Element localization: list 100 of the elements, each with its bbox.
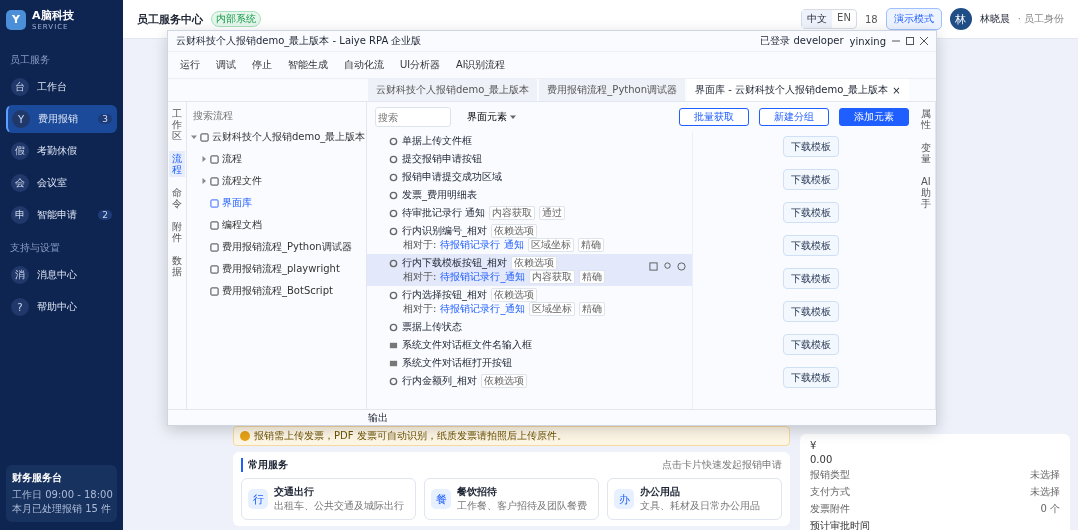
side-tab[interactable]: 流程 bbox=[169, 151, 185, 177]
caret-right-icon[interactable] bbox=[201, 156, 207, 162]
card-text: 工作日 09:00 - 18:00 bbox=[12, 488, 111, 502]
element-row[interactable]: 票据上传状态 bbox=[367, 318, 692, 336]
preview-button[interactable]: 下载模板 bbox=[783, 235, 839, 256]
side-tab[interactable]: 附件 bbox=[169, 219, 185, 245]
toolbar-button[interactable]: 智能生成 bbox=[286, 56, 330, 74]
element-row[interactable]: 发票_费用明细表 bbox=[367, 186, 692, 204]
tag: 依赖选项 bbox=[511, 256, 557, 270]
tree-item[interactable]: 费用报销流程_BotScript bbox=[201, 282, 362, 300]
element-row[interactable]: 行内下载模板按钮_相对 依赖选项 相对于: 待报销记录行_通知 内容获取 精确 bbox=[367, 254, 692, 286]
element-row[interactable]: 待审批记录行 通知 内容获取 通过 bbox=[367, 204, 692, 222]
preview-button[interactable]: 下载模板 bbox=[783, 202, 839, 223]
action-button[interactable]: 添加元素 bbox=[839, 108, 909, 126]
tag: 区域坐标 bbox=[529, 302, 576, 316]
tree-item[interactable]: 费用报销流程_Python调试器 bbox=[201, 238, 362, 256]
element-row[interactable]: 单据上传文件框 bbox=[367, 132, 692, 150]
minimize-icon[interactable] bbox=[892, 37, 900, 45]
service-card[interactable]: 餐 餐饮招待 工作餐、客户招待及团队餐费 bbox=[424, 478, 599, 520]
tree-item[interactable]: 编程文档 bbox=[201, 216, 362, 234]
relative-target-link[interactable]: 待报销记录行_通知 bbox=[440, 302, 526, 316]
menu-item-label: 考勤休假 bbox=[37, 144, 78, 158]
language-option[interactable]: 中文 bbox=[802, 10, 833, 28]
sidebar-item[interactable]: Y 费用报销 3 bbox=[6, 105, 117, 133]
preview-button[interactable]: 下载模板 bbox=[783, 136, 839, 157]
toolbar-button[interactable]: UI分析器 bbox=[398, 56, 442, 74]
tree-item[interactable]: 流程 bbox=[201, 150, 362, 168]
demo-mode-button[interactable]: 演示模式 bbox=[885, 8, 942, 30]
service-card[interactable]: 行 交通出行 出租车、公共交通及城际出行 bbox=[241, 478, 416, 520]
count-badge: 3 bbox=[98, 114, 112, 124]
close-icon[interactable] bbox=[920, 37, 928, 45]
service-title: 办公用品 bbox=[640, 485, 681, 499]
close-tab-icon[interactable]: × bbox=[892, 84, 901, 96]
search-field[interactable]: 搜索 bbox=[375, 107, 451, 127]
editor-tab[interactable]: 云财科技个人报销demo_最上版本 bbox=[368, 79, 538, 101]
relative-target-link[interactable]: 待报销记录行 通知 bbox=[440, 238, 524, 252]
side-tab[interactable]: 属性 bbox=[918, 106, 934, 132]
edit-icon[interactable] bbox=[649, 262, 658, 271]
tree-item[interactable]: 界面库 bbox=[201, 194, 362, 212]
preview-button[interactable]: 下载模板 bbox=[783, 334, 839, 355]
sidebar-item[interactable]: 假 考勤休假 bbox=[6, 137, 117, 165]
toolbar-button[interactable]: 调试 bbox=[214, 56, 238, 74]
element-row[interactable]: 系统文件对话框打开按钮 bbox=[367, 354, 692, 372]
service-description: 出租车、公共交通及城际出行 bbox=[274, 499, 404, 513]
sidebar-item[interactable]: 申 智能申请 2 bbox=[6, 201, 117, 229]
preview-button[interactable]: 下载模板 bbox=[783, 169, 839, 190]
side-tab[interactable]: AI助手 bbox=[918, 174, 934, 211]
sidebar-item[interactable]: 消 消息中心 bbox=[6, 261, 117, 289]
sidebar-item[interactable]: ? 帮助中心 bbox=[6, 293, 117, 321]
action-button[interactable]: 新建分组 bbox=[759, 108, 829, 126]
output-tab[interactable]: 输出 bbox=[168, 409, 936, 425]
side-tab[interactable]: 工作区 bbox=[169, 106, 185, 143]
toolbar-button[interactable]: 运行 bbox=[178, 56, 202, 74]
caret-right-icon[interactable] bbox=[201, 178, 207, 184]
relative-target-link[interactable]: 待报销记录行_通知 bbox=[440, 270, 526, 284]
menu-item-label: 消息中心 bbox=[37, 268, 78, 282]
element-name: 系统文件对话框打开按钮 bbox=[402, 356, 512, 370]
sidebar-item[interactable]: 台 工作台 bbox=[6, 73, 117, 101]
action-button[interactable]: 批量获取 bbox=[679, 108, 749, 126]
language-option[interactable]: EN bbox=[832, 10, 856, 28]
toolbar-button[interactable]: 停止 bbox=[250, 56, 274, 74]
toolbar-button[interactable]: AI识别流程 bbox=[454, 56, 508, 74]
user-name[interactable]: yinxing bbox=[849, 35, 886, 47]
element-row[interactable]: 报销申请提交成功区域 bbox=[367, 168, 692, 186]
element-row[interactable]: 行内选择按钮_相对 依赖选项 相对于: 待报销记录行_通知 区域坐标 精确 bbox=[367, 286, 692, 318]
element-row[interactable]: 行内金额列_相对 依赖选项 bbox=[367, 372, 692, 390]
filter-dropdown[interactable]: 界面元素 bbox=[461, 109, 522, 125]
search-field[interactable]: 搜索流程 bbox=[191, 106, 325, 124]
tree-item[interactable]: 流程文件 bbox=[201, 172, 362, 190]
element-row[interactable]: 行内识别编号_相对 依赖选项 相对于: 待报销记录行 通知 区域坐标 精确 bbox=[367, 222, 692, 254]
toolbar-button[interactable]: 自动化流 bbox=[342, 56, 386, 74]
menu-item-label: 智能申请 bbox=[37, 208, 78, 222]
tag: 精确 bbox=[579, 302, 606, 316]
editor-tab[interactable]: 界面库 - 云财科技个人报销demo_最上版本 × bbox=[687, 79, 909, 101]
sidebar-item[interactable]: 会 会议室 bbox=[6, 169, 117, 197]
preview-button[interactable]: 下载模板 bbox=[783, 268, 839, 289]
user-role: · 员工身份 bbox=[1017, 12, 1064, 26]
tag: 区域坐标 bbox=[527, 238, 574, 252]
element-row[interactable]: 系统文件对话框文件名输入框 bbox=[367, 336, 692, 354]
section-title: 员工服务 bbox=[10, 53, 51, 67]
menu-item-icon: Y bbox=[12, 110, 30, 128]
maximize-icon[interactable] bbox=[906, 37, 914, 45]
summary-label: 报销类型 bbox=[810, 468, 850, 482]
preview-button[interactable]: 下载模板 bbox=[783, 367, 839, 388]
avatar[interactable]: 林 bbox=[949, 8, 972, 30]
element-name: 票据上传状态 bbox=[402, 320, 462, 334]
element-row[interactable]: 提交报销申请按钮 bbox=[367, 150, 692, 168]
menu-item-label: 帮助中心 bbox=[37, 300, 78, 314]
caret-down-icon[interactable] bbox=[191, 134, 197, 140]
element-name: 系统文件对话框文件名输入框 bbox=[402, 338, 532, 352]
service-card[interactable]: 办 办公用品 文具、耗材及日常办公用品 bbox=[607, 478, 782, 520]
notification-count[interactable]: 18 bbox=[864, 13, 878, 25]
editor-tab[interactable]: 费用报销流程_Python调试器 bbox=[539, 79, 686, 101]
preview-button[interactable]: 下载模板 bbox=[783, 301, 839, 322]
side-tab[interactable]: 变量 bbox=[918, 140, 934, 166]
tree-item[interactable]: 费用报销流程_playwright bbox=[201, 260, 362, 278]
side-tab[interactable]: 数据 bbox=[169, 253, 185, 279]
side-tab[interactable]: 命令 bbox=[169, 185, 185, 211]
tag: 内容获取 bbox=[489, 206, 536, 220]
summary-value: 未选择 bbox=[1030, 468, 1060, 482]
